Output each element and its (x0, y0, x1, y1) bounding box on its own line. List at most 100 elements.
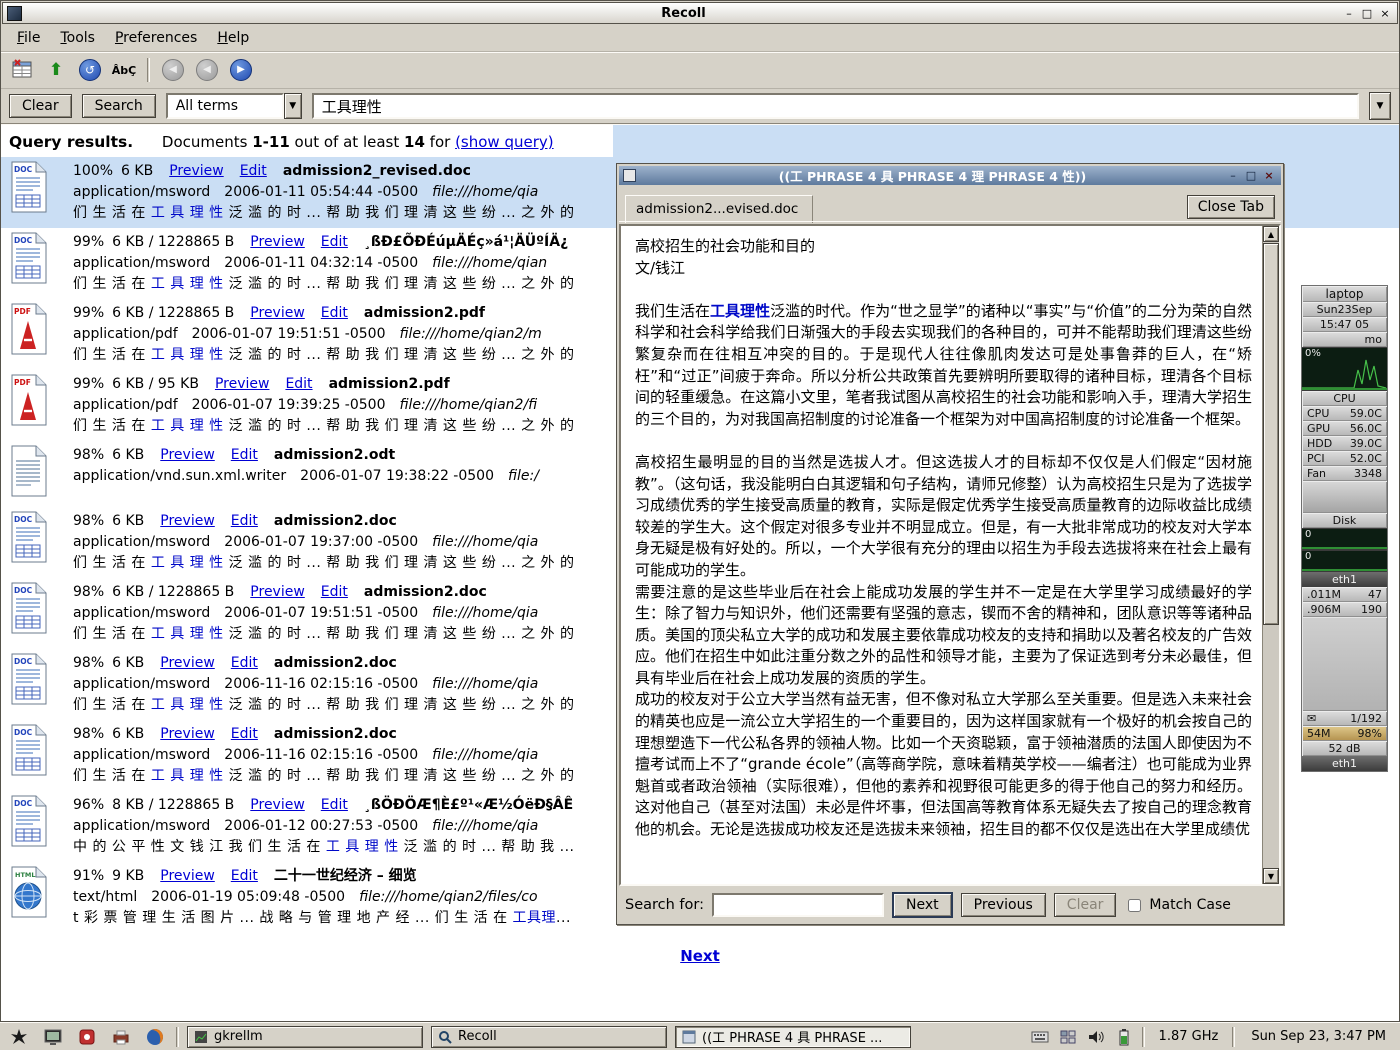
scroll-down-icon[interactable]: ▼ (1263, 868, 1279, 884)
scroll-thumb[interactable] (1263, 243, 1279, 625)
taskbar-clock[interactable]: Sun Sep 23, 3:47 PM (1243, 1029, 1394, 1044)
workspace-grid-icon[interactable] (1058, 1027, 1078, 1047)
search-input[interactable] (312, 93, 1359, 119)
preview-minimize-icon[interactable]: – (1225, 169, 1241, 183)
result-title: admission2.odt (274, 447, 395, 463)
file-type-icon[interactable]: DOC (9, 582, 51, 640)
preview-link[interactable]: Preview (160, 513, 215, 529)
relevance-score: 98% (73, 726, 104, 742)
task-preview[interactable]: ((工 PHRASE 4 具 PHRASE ... (675, 1026, 911, 1048)
prev-page-icon[interactable]: ◀ (192, 56, 222, 84)
preview-link[interactable]: Preview (250, 234, 305, 250)
edit-link[interactable]: Edit (321, 234, 348, 250)
clear-search-icon[interactable] (7, 56, 37, 84)
edit-link[interactable]: Edit (231, 655, 258, 671)
result-snippet: 们 生 活 在 工 具 理 性 泛 滥 的 时 ... 帮 助 我 们 理 清 … (73, 695, 574, 716)
file-date: 2006-01-12 00:27:53 -0500 (224, 818, 418, 834)
task-recoll[interactable]: Recoll (431, 1026, 667, 1048)
next-page-icon[interactable]: ▶ (226, 56, 256, 84)
file-type-icon[interactable] (9, 445, 51, 503)
menu-help[interactable]: Help (207, 27, 259, 49)
chevron-down-icon[interactable]: ▼ (284, 93, 302, 119)
file-type-icon[interactable]: PDF (9, 374, 51, 432)
preview-link[interactable]: Preview (215, 376, 270, 392)
file-type-icon[interactable]: DOC (9, 161, 51, 219)
volume-icon[interactable] (1086, 1027, 1106, 1047)
close-icon[interactable]: × (1377, 6, 1393, 20)
battery-icon[interactable] (1114, 1027, 1134, 1047)
preview-link[interactable]: Preview (250, 305, 305, 321)
preview-title-bar[interactable]: ((工 PHRASE 4 具 PHRASE 4 理 PHRASE 4 性)) –… (619, 166, 1281, 185)
preview-link[interactable]: Preview (250, 584, 305, 600)
match-case-option[interactable]: Match Case (1124, 896, 1230, 915)
svg-text:DOC: DOC (14, 165, 33, 174)
preview-link[interactable]: Preview (160, 447, 215, 463)
reload-icon[interactable]: ↺ (75, 56, 105, 84)
menu-tools[interactable]: Tools (50, 27, 105, 49)
taskbar: gkrellm Recoll ((工 PHRASE 4 具 PHRASE ...… (0, 1022, 1400, 1050)
relevance-score: 91% (73, 868, 104, 884)
edit-link[interactable]: Edit (240, 163, 267, 179)
scroll-up-icon[interactable]: ▲ (1263, 226, 1279, 242)
find-next-button[interactable]: Next (892, 892, 953, 918)
edit-link[interactable]: Edit (231, 726, 258, 742)
result-snippet: 中 的 公 平 性 文 钱 江 我 们 生 活 在 工 具 理 性 泛 滥 的 … (73, 837, 574, 858)
result-headline: 91%9 KBPreviewEdit二十一世纪经济 – 细览 (73, 866, 571, 887)
keyboard-layout-icon[interactable] (1030, 1027, 1050, 1047)
launcher-media-icon[interactable] (74, 1025, 100, 1049)
launcher-print-icon[interactable] (108, 1025, 134, 1049)
launcher-firefox-icon[interactable] (142, 1025, 168, 1049)
hostname: laptop (1302, 286, 1387, 302)
file-type-icon[interactable]: DOC (9, 232, 51, 290)
preview-link[interactable]: Preview (160, 655, 215, 671)
match-case-checkbox[interactable] (1128, 899, 1141, 912)
launcher-claw-icon[interactable] (6, 1025, 32, 1049)
scrollbar[interactable]: ▲ ▼ (1262, 226, 1279, 884)
show-query-link[interactable]: (show query) (455, 133, 554, 151)
find-input[interactable] (712, 893, 884, 917)
file-type-icon[interactable]: DOC (9, 724, 51, 782)
menu-preferences[interactable]: Preferences (105, 27, 207, 49)
edit-link[interactable]: Edit (231, 447, 258, 463)
file-url: file:/ (508, 468, 539, 484)
launcher-terminal-icon[interactable] (40, 1025, 66, 1049)
file-type-icon[interactable]: HTML (9, 866, 51, 924)
search-button[interactable]: Search (82, 94, 156, 118)
preview-close-icon[interactable]: × (1261, 169, 1277, 183)
result-meta: application/msword2006-01-11 05:54:44 -0… (73, 182, 574, 203)
result-meta: application/vnd.sun.xml.writer2006-01-07… (73, 466, 539, 487)
maximize-icon[interactable]: □ (1359, 6, 1375, 20)
find-previous-button[interactable]: Previous (961, 893, 1046, 917)
preview-link[interactable]: Preview (169, 163, 224, 179)
minimize-icon[interactable]: – (1341, 6, 1357, 20)
title-bar[interactable]: Recoll – □ × (2, 2, 1398, 24)
preview-tab[interactable]: admission2...evised.doc (625, 195, 813, 223)
preview-maximize-icon[interactable]: □ (1243, 169, 1259, 183)
file-type-icon[interactable]: DOC (9, 511, 51, 569)
preview-link[interactable]: Preview (250, 797, 305, 813)
edit-link[interactable]: Edit (321, 584, 348, 600)
file-type-icon[interactable]: DOC (9, 653, 51, 711)
file-type-icon[interactable]: PDF (9, 303, 51, 361)
edit-link[interactable]: Edit (231, 513, 258, 529)
preview-link[interactable]: Preview (160, 868, 215, 884)
search-mode-select[interactable]: All terms ▼ (166, 93, 302, 119)
disk-read-chart: 0 (1302, 528, 1387, 550)
task-gkrellm[interactable]: gkrellm (187, 1026, 423, 1048)
menu-file[interactable]: File (7, 27, 50, 49)
sort-icon[interactable]: ⬆ (41, 56, 71, 84)
preview-link[interactable]: Preview (160, 726, 215, 742)
history-dropdown-icon[interactable]: ▼ (1369, 92, 1391, 120)
result-snippet: 们 生 活 在 工 具 理 性 泛 滥 的 时 ... 帮 助 我 们 理 清 … (73, 766, 574, 787)
first-page-icon[interactable]: ◀ (158, 56, 188, 84)
edit-link[interactable]: Edit (231, 868, 258, 884)
close-tab-button[interactable]: Close Tab (1187, 195, 1275, 219)
term-explorer-icon[interactable]: ÂbÇ (109, 56, 139, 84)
next-results-link[interactable]: Next (1, 947, 1399, 965)
file-type-icon[interactable]: DOC (9, 795, 51, 853)
find-clear-button[interactable]: Clear (1054, 893, 1117, 917)
edit-link[interactable]: Edit (285, 376, 312, 392)
clear-button[interactable]: Clear (9, 94, 72, 118)
edit-link[interactable]: Edit (321, 797, 348, 813)
edit-link[interactable]: Edit (321, 305, 348, 321)
